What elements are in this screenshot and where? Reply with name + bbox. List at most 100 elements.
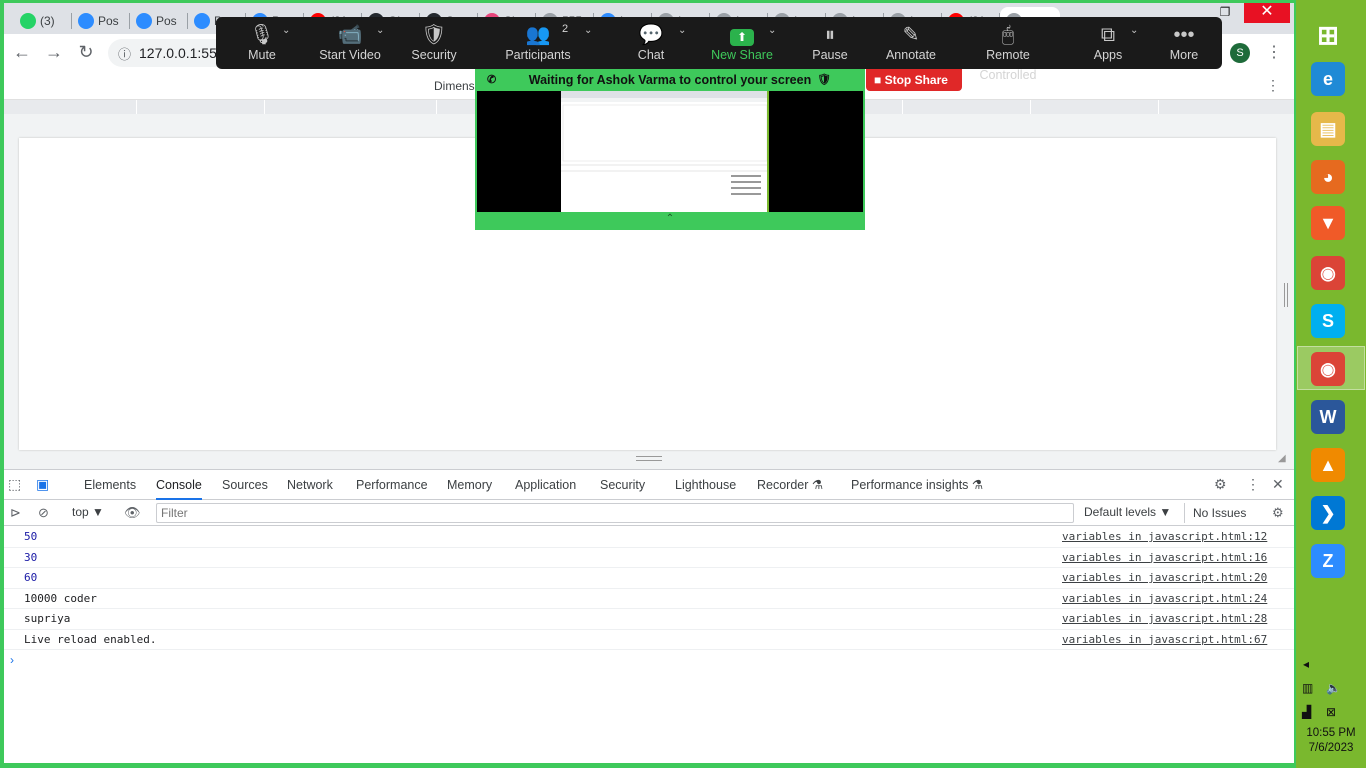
shield-check-icon: 🛡: [817, 74, 831, 86]
waiting-text: Waiting for Ashok Varma to control your …: [528, 73, 812, 87]
back-button[interactable]: ←: [10, 40, 34, 64]
context-select[interactable]: top ▼: [72, 505, 104, 519]
context-label: top: [72, 505, 89, 519]
preview-collapse-chevron-icon[interactable]: ⌃: [477, 212, 863, 228]
remote-controlled-icon: 🖱: [1002, 24, 1014, 46]
chat-button[interactable]: 💬 Chat: [634, 17, 668, 69]
new-share-options-chevron-icon[interactable]: ⌄: [768, 25, 776, 36]
dimensions-select[interactable]: Dimensi: [434, 79, 477, 93]
devtools-tab-performance-insights[interactable]: Performance insights ⚗: [851, 470, 983, 500]
devtools-tab-performance[interactable]: Performance: [356, 470, 428, 500]
annotate-icon: ✎: [902, 24, 920, 46]
console-prompt[interactable]: ›: [10, 653, 14, 667]
issues-counter[interactable]: No Issues: [1184, 503, 1254, 523]
windows-start-icon[interactable]: ⊞: [1311, 18, 1345, 52]
chat-label: Chat: [637, 48, 665, 62]
network-icon[interactable]: ⊠: [1326, 705, 1336, 719]
devtools-tab-application[interactable]: Application: [515, 470, 576, 500]
device-toolbar-menu-icon[interactable]: ⋮: [1266, 77, 1280, 94]
browser-tab[interactable]: (3): [14, 7, 72, 34]
internet-explorer-icon[interactable]: e: [1311, 62, 1345, 96]
new-share-button[interactable]: ⬆ New Share: [710, 17, 774, 69]
devtools-menu-icon[interactable]: ⋮: [1246, 476, 1260, 493]
chrome-profile-icon[interactable]: ◉: [1311, 352, 1345, 386]
start-video-options-chevron-icon[interactable]: ⌄: [376, 25, 384, 36]
file-explorer-icon[interactable]: ▤: [1311, 112, 1345, 146]
viewport-width-handle[interactable]: [1284, 283, 1288, 307]
phone-icon: ✆: [487, 74, 497, 86]
tray-arrow-icon[interactable]: ◂: [1303, 657, 1309, 671]
viewport-height-handle[interactable]: [636, 456, 662, 461]
clock-time: 10:55 PM: [1306, 727, 1356, 739]
console-filter-input[interactable]: [156, 503, 1074, 523]
console-source-link[interactable]: variables in javascript.html:12: [1062, 527, 1267, 547]
mute-options-chevron-icon[interactable]: ⌄: [282, 25, 290, 36]
devtools-tab-memory[interactable]: Memory: [447, 470, 492, 500]
remote-controlled-button[interactable]: 🖱 Remote Controlled: [956, 17, 1060, 82]
share-preview-thumbnail: ⌃: [475, 91, 865, 230]
devtools-tab-lighthouse[interactable]: Lighthouse: [675, 470, 736, 500]
clear-console-icon[interactable]: ⊘: [38, 505, 49, 521]
browser-tab[interactable]: Pos: [72, 7, 130, 34]
sidebar-toggle-icon[interactable]: ⊳: [10, 505, 21, 521]
skype-icon[interactable]: S: [1311, 304, 1345, 338]
word-icon[interactable]: W: [1311, 400, 1345, 434]
signal-icon[interactable]: ▟: [1302, 705, 1311, 719]
devtools-tab-network[interactable]: Network: [287, 470, 333, 500]
console-settings-gear-icon[interactable]: ⚙: [1272, 505, 1284, 521]
forward-button[interactable]: →: [42, 40, 66, 64]
vscode-icon[interactable]: ❯: [1311, 496, 1345, 530]
reload-button[interactable]: ↻: [74, 40, 98, 64]
log-levels-select[interactable]: Default levels ▼: [1084, 505, 1171, 519]
console-message-text: 50: [24, 530, 38, 543]
battery-icon[interactable]: ▥: [1302, 681, 1313, 695]
console-source-link[interactable]: variables in javascript.html:28: [1062, 609, 1267, 629]
apps-label: Apps: [1093, 48, 1123, 62]
devtools-tab-sources[interactable]: Sources: [222, 470, 268, 500]
more-label: More: [1169, 48, 1199, 62]
console-source-link[interactable]: variables in javascript.html:24: [1062, 589, 1267, 609]
devtools-tab-recorder[interactable]: Recorder ⚗: [757, 470, 823, 500]
participants-options-chevron-icon[interactable]: ⌄: [584, 25, 592, 36]
viewport-corner-handle[interactable]: ◢: [1278, 453, 1286, 464]
zoom-icon: [136, 12, 152, 29]
devtools-tab-elements[interactable]: Elements: [84, 470, 136, 500]
console-message-row: 10000 coder variables in javascript.html:…: [4, 589, 1294, 609]
participants-button[interactable]: 👥 Participants 2: [502, 17, 574, 69]
vlc-icon[interactable]: ▲: [1311, 448, 1345, 482]
console-source-link[interactable]: variables in javascript.html:67: [1062, 630, 1267, 650]
devtools-tab-console[interactable]: Console: [156, 470, 202, 500]
pause-share-button[interactable]: ⏸Pause Share: [796, 17, 864, 82]
firefox-icon[interactable]: ◕: [1311, 160, 1345, 194]
security-button[interactable]: 🛡 Security: [406, 17, 462, 69]
chrome-menu-icon[interactable]: ⋮: [1266, 42, 1282, 62]
device-toggle-icon[interactable]: ▣: [36, 476, 49, 493]
more-button[interactable]: ••• More: [1162, 17, 1206, 69]
browser-tab[interactable]: Pos: [130, 7, 188, 34]
apps-options-chevron-icon[interactable]: ⌄: [1130, 25, 1138, 36]
devtools-close-icon[interactable]: ✕: [1272, 476, 1284, 493]
start-video-button[interactable]: 📹 Start Video: [316, 17, 384, 69]
devtools-tab-security[interactable]: Security: [600, 470, 645, 500]
apps-icon: ⧉: [1100, 24, 1116, 46]
profile-avatar[interactable]: S: [1230, 43, 1250, 63]
annotate-button[interactable]: ✎ Annotate: [884, 17, 938, 69]
more-icon: •••: [1173, 24, 1195, 46]
live-expression-eye-icon[interactable]: 👁: [124, 505, 141, 521]
console-message-text: 60: [24, 571, 38, 584]
chrome-icon[interactable]: ◉: [1311, 256, 1345, 290]
console-source-link[interactable]: variables in javascript.html:20: [1062, 568, 1267, 588]
inspect-element-icon[interactable]: ⬚: [8, 476, 21, 493]
stop-share-button[interactable]: ■ Stop Share: [866, 69, 962, 91]
apps-button[interactable]: ⧉ Apps: [1084, 17, 1132, 69]
window-close-button[interactable]: ✕: [1244, 3, 1290, 23]
zoom-icon[interactable]: Z: [1311, 544, 1345, 578]
volume-icon[interactable]: 🔈: [1326, 681, 1341, 695]
chat-options-chevron-icon[interactable]: ⌄: [678, 25, 686, 36]
system-clock[interactable]: 10:55 PM 7/6/2023: [1296, 726, 1366, 756]
console-source-link[interactable]: variables in javascript.html:16: [1062, 548, 1267, 568]
settings-gear-icon[interactable]: ⚙: [1214, 476, 1227, 493]
levels-label: Default levels: [1084, 505, 1157, 519]
windows-taskbar: ⊞ e ▤ ◕ ▼ ◉ S ◉ W ▲ ❯ Z: [1296, 0, 1366, 768]
brave-icon[interactable]: ▼: [1311, 206, 1345, 240]
